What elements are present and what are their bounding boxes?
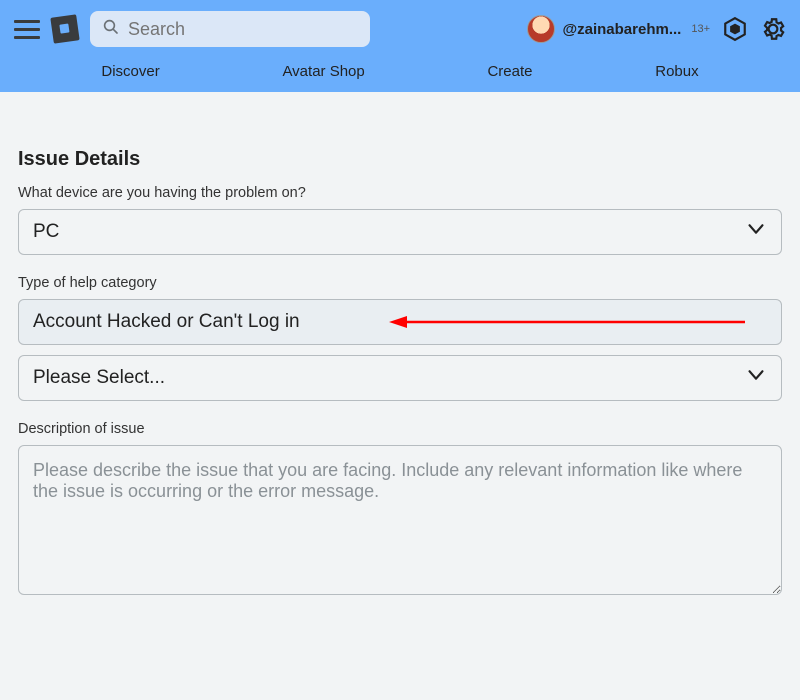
robux-icon[interactable] (722, 16, 748, 42)
form-content: Issue Details What device are you having… (0, 92, 800, 618)
user-chip[interactable]: @zainabarehm... 13+ (527, 15, 711, 43)
search-icon (102, 18, 120, 41)
username: @zainabarehm... (563, 21, 682, 38)
search-box[interactable] (90, 11, 370, 47)
description-label: Description of issue (18, 421, 782, 437)
category-select-value: Account Hacked or Can't Log in (33, 311, 300, 333)
chevron-down-icon (745, 364, 767, 392)
category-label: Type of help category (18, 275, 782, 291)
tab-create[interactable]: Create (487, 63, 532, 80)
search-input[interactable] (128, 19, 358, 40)
roblox-logo-icon[interactable] (50, 14, 79, 43)
category-select[interactable]: Account Hacked or Can't Log in (18, 299, 782, 345)
subcategory-select-value: Please Select... (33, 367, 165, 389)
subcategory-select[interactable]: Please Select... (18, 355, 782, 401)
section-title: Issue Details (18, 148, 782, 171)
avatar (527, 15, 555, 43)
annotation-arrow-icon (389, 312, 749, 332)
nav-tabs: Discover Avatar Shop Create Robux (0, 50, 800, 92)
tab-robux[interactable]: Robux (655, 63, 698, 80)
menu-icon[interactable] (14, 16, 40, 42)
chevron-down-icon (745, 308, 767, 336)
chevron-down-icon (745, 218, 767, 246)
tab-avatar-shop[interactable]: Avatar Shop (282, 63, 364, 80)
tab-discover[interactable]: Discover (101, 63, 159, 80)
age-badge: 13+ (691, 23, 710, 35)
topbar: @zainabarehm... 13+ (0, 0, 800, 50)
device-select-value: PC (33, 221, 59, 243)
settings-icon[interactable] (760, 16, 786, 42)
device-select[interactable]: PC (18, 209, 782, 255)
description-textarea[interactable] (18, 445, 782, 595)
device-label: What device are you having the problem o… (18, 185, 782, 201)
app-header: @zainabarehm... 13+ Discover Avatar Shop… (0, 0, 800, 92)
